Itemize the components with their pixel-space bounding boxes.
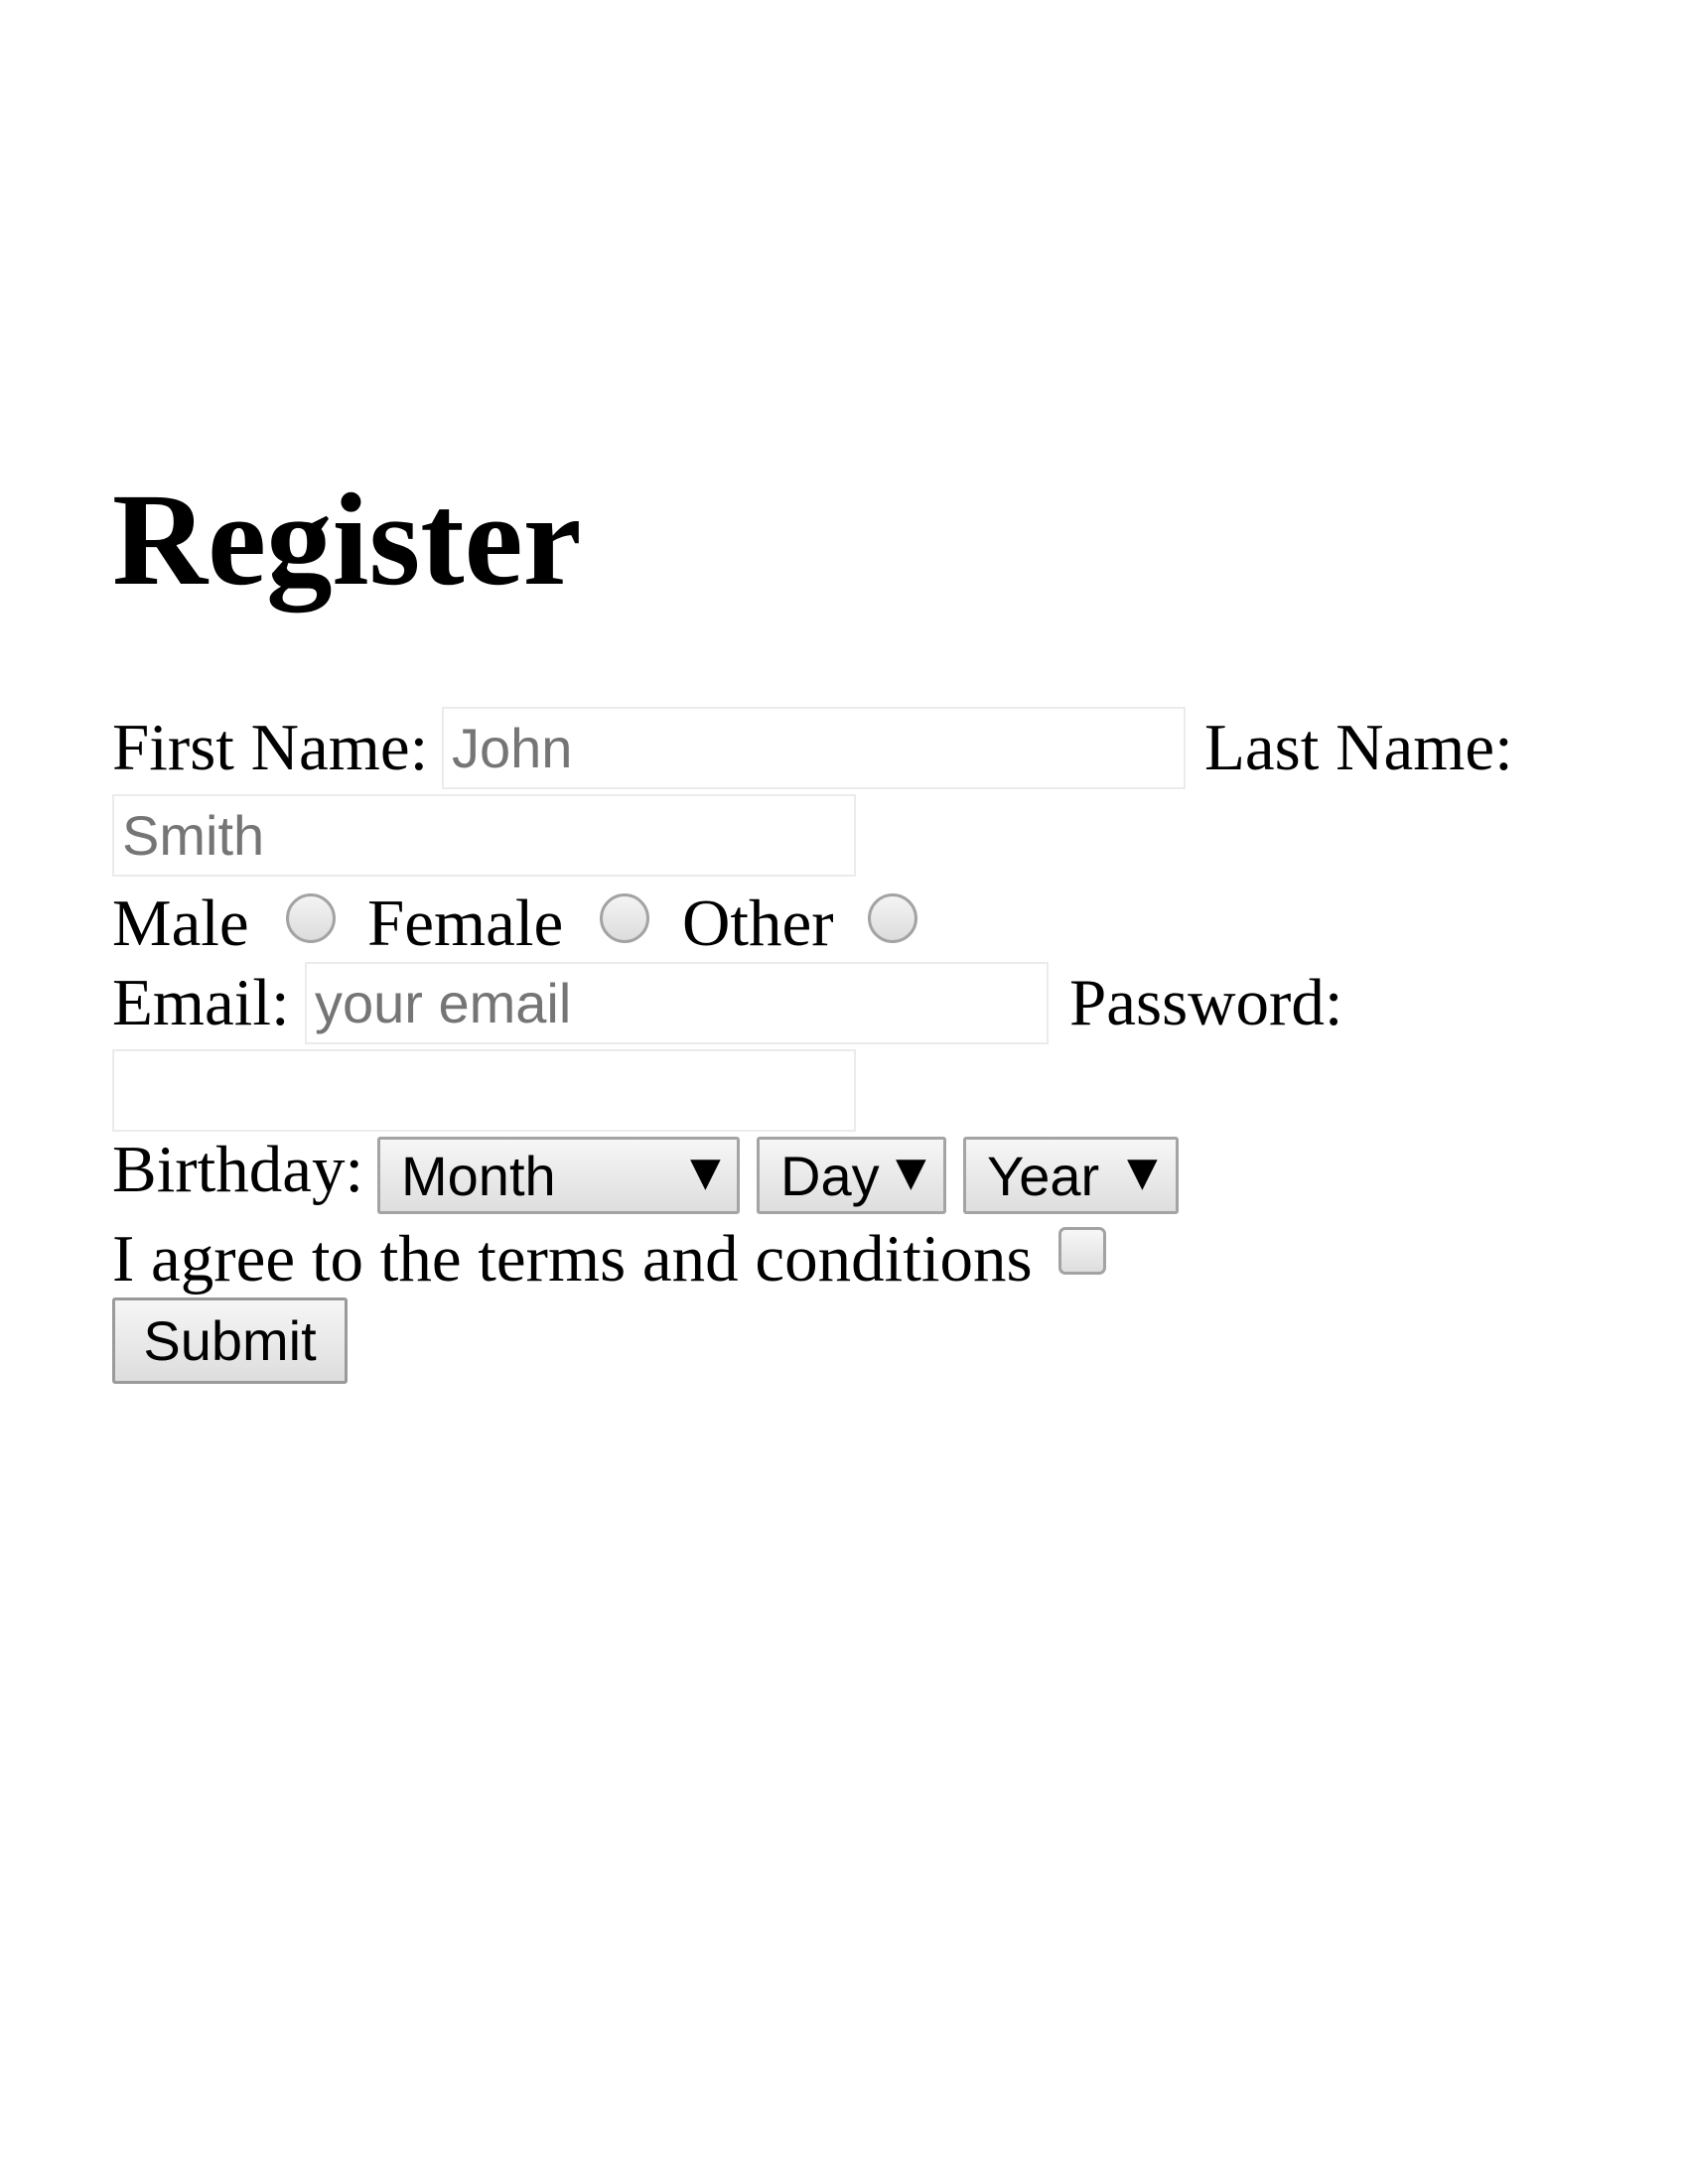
password-label: Password: bbox=[1069, 966, 1343, 1039]
password-input[interactable] bbox=[112, 1049, 856, 1132]
birthday-day-value: Day bbox=[780, 1145, 880, 1207]
last-name-label: Last Name: bbox=[1204, 711, 1513, 784]
terms-label: I agree to the terms and conditions bbox=[112, 1222, 1033, 1296]
last-name-input[interactable] bbox=[112, 794, 856, 877]
birthday-label: Birthday: bbox=[112, 1133, 364, 1206]
birthday-year-select[interactable]: Year ▼ bbox=[963, 1137, 1179, 1214]
gender-other-label: Other bbox=[682, 887, 834, 960]
birthday-month-select[interactable]: Month ▼ bbox=[377, 1137, 740, 1214]
birthday-day-select[interactable]: Day ▼ bbox=[757, 1137, 946, 1214]
gender-female-label: Female bbox=[367, 887, 564, 960]
terms-checkbox[interactable] bbox=[1058, 1227, 1106, 1275]
chevron-down-icon: ▼ bbox=[896, 1150, 926, 1195]
submit-button[interactable]: Submit bbox=[112, 1297, 348, 1384]
gender-male-label: Male bbox=[112, 887, 249, 960]
first-name-label: First Name: bbox=[112, 711, 429, 784]
chevron-down-icon: ▼ bbox=[1127, 1150, 1158, 1195]
first-name-input[interactable] bbox=[442, 707, 1186, 789]
chevron-down-icon: ▼ bbox=[690, 1150, 721, 1195]
gender-female-radio[interactable] bbox=[600, 893, 649, 943]
gender-male-radio[interactable] bbox=[286, 893, 336, 943]
email-label: Email: bbox=[112, 966, 290, 1039]
birthday-month-value: Month bbox=[401, 1145, 556, 1207]
page-title: Register bbox=[112, 466, 582, 613]
email-input[interactable] bbox=[305, 962, 1049, 1044]
birthday-year-value: Year bbox=[987, 1145, 1100, 1207]
gender-other-radio[interactable] bbox=[868, 893, 917, 943]
